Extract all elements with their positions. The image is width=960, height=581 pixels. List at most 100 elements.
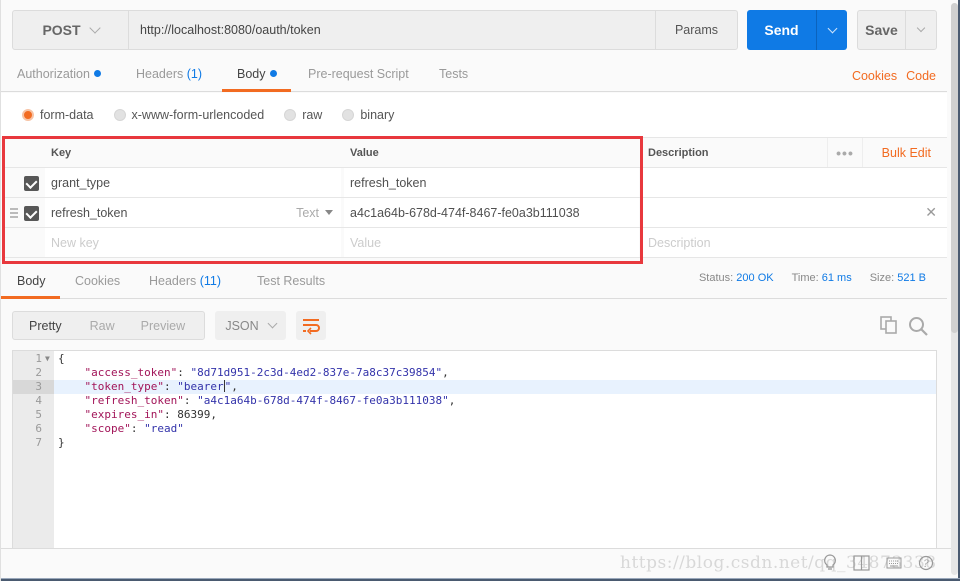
params-button[interactable]: Params (655, 11, 737, 49)
window-scrollbar[interactable] (951, 3, 958, 575)
method-select[interactable]: POST (13, 11, 129, 49)
tab-label: Headers (149, 274, 197, 288)
more-options-icon[interactable]: ••• (827, 138, 863, 167)
request-tabs: Authorization Headers (1) Body Pre-reque… (1, 62, 947, 92)
save-button[interactable]: Save (858, 11, 906, 49)
radio-label: x-www-form-urlencoded (131, 108, 265, 122)
bulk-edit-link[interactable]: Bulk Edit (882, 138, 931, 167)
table-row: refresh_token Text a4c1a64b-678d-474f-84… (4, 198, 947, 228)
svg-text:?: ? (923, 559, 929, 570)
column-header-value: Value (344, 138, 639, 167)
tab-headers[interactable]: Headers (1) (136, 67, 202, 92)
json-string: "8d71d951-2c3d-4ed2-837e-7a8c37c39854" (190, 366, 443, 379)
radio-raw[interactable]: raw (284, 108, 322, 122)
copy-icon[interactable] (880, 316, 898, 334)
help-icon[interactable]: ? (918, 555, 934, 571)
send-dropdown-button[interactable] (817, 10, 847, 50)
delete-row-icon[interactable]: ✕ (925, 204, 937, 221)
type-select[interactable]: Text (296, 206, 333, 220)
json-key: "token_type" (84, 380, 164, 393)
code-text: } (58, 436, 65, 449)
new-value-input[interactable]: Value (344, 228, 639, 257)
cookies-link[interactable]: Cookies (852, 69, 897, 83)
line-number: 7 (35, 436, 42, 449)
time-readout: Time: 61 ms (792, 272, 852, 284)
row-checkbox[interactable] (24, 176, 39, 191)
size-label: Size: (869, 272, 895, 284)
status-value: 200 OK (736, 272, 774, 284)
value-input[interactable]: a4c1a64b-678d-474f-8467-fe0a3b111038 (344, 198, 639, 227)
line-number: 2 (35, 366, 42, 379)
tab-pre-request-script[interactable]: Pre-request Script (308, 67, 409, 92)
view-preview[interactable]: Preview (141, 319, 185, 333)
description-input[interactable] (642, 198, 947, 227)
response-tab-headers[interactable]: Headers (11) (149, 274, 221, 299)
code-line: 1 ▼ { (13, 352, 936, 366)
radio-form-data[interactable]: form-data (22, 108, 94, 122)
status-readout: Status: 200 OK (699, 272, 774, 284)
two-pane-icon[interactable] (853, 555, 870, 571)
tab-count: (11) (199, 274, 222, 288)
search-icon[interactable] (907, 315, 929, 337)
description-input[interactable] (642, 168, 947, 197)
column-header-key: Key (45, 138, 341, 167)
tab-label: Headers (136, 67, 184, 81)
wrap-lines-icon (303, 319, 320, 335)
url-input[interactable]: http://localhost:8080/oauth/token (129, 11, 655, 49)
response-tab-body[interactable]: Body (1, 274, 60, 299)
chevron-down-icon (88, 22, 101, 34)
tab-body[interactable]: Body (222, 67, 291, 92)
new-key-input[interactable]: New key (45, 228, 341, 257)
lightbulb-icon[interactable] (823, 554, 837, 572)
fold-toggle-icon[interactable]: ▼ (45, 352, 50, 366)
time-label: Time: (791, 272, 819, 284)
time-value: 61 ms (821, 272, 852, 284)
modified-dot-icon (269, 70, 277, 77)
radio-label: binary (360, 108, 395, 122)
response-tab-test-results[interactable]: Test Results (257, 274, 325, 299)
json-punct: , (448, 394, 456, 407)
key-input[interactable]: refresh_token Text (45, 198, 341, 227)
tab-count: (1) (186, 67, 203, 81)
new-description-input[interactable]: Description (642, 228, 947, 257)
tab-authorization[interactable]: Authorization (17, 67, 101, 92)
body-type-selector: form-data x-www-form-urlencoded raw bina… (1, 93, 947, 137)
postman-window: POST http://localhost:8080/oauth/token P… (0, 0, 960, 581)
view-pretty[interactable]: Pretty (29, 319, 62, 333)
table-row: grant_type refresh_token (4, 168, 947, 198)
view-raw[interactable]: Raw (90, 319, 115, 333)
code-line-active: 3 "token_type": "bearer", (13, 380, 936, 394)
json-key: "scope" (84, 422, 131, 435)
method-label: POST (42, 22, 81, 38)
radio-binary[interactable]: binary (342, 108, 394, 122)
radio-x-www-form-urlencoded[interactable]: x-www-form-urlencoded (113, 108, 265, 122)
response-meta: Status: 200 OK Time: 61 ms Size: 521 B (699, 272, 926, 284)
code-text: { (58, 352, 65, 365)
scrollbar-thumb[interactable] (951, 3, 958, 333)
caret-down-icon (325, 210, 333, 215)
json-number: 86399 (177, 408, 211, 421)
size-value: 521 B (897, 272, 926, 284)
chevron-down-icon (267, 318, 278, 329)
line-number: 3 (13, 380, 54, 394)
response-body-editor[interactable]: 1 ▼ { 2 "access_token": "8d71d951-2c3d-4… (12, 350, 937, 548)
json-key: "expires_in" (84, 408, 164, 421)
modified-dot-icon (93, 70, 101, 77)
keyboard-icon[interactable] (886, 557, 902, 569)
response-tab-cookies[interactable]: Cookies (75, 274, 120, 299)
radio-icon (113, 109, 126, 121)
radio-label: raw (302, 108, 323, 122)
chevron-down-icon (827, 23, 837, 33)
code-text: "token_type": "bearer", (84, 380, 238, 393)
key-input[interactable]: grant_type (45, 168, 341, 197)
value-input[interactable]: refresh_token (344, 168, 639, 197)
tab-tests[interactable]: Tests (439, 67, 468, 92)
save-dropdown-button[interactable] (906, 11, 936, 49)
save-button-group: Save (857, 10, 937, 50)
wrap-lines-button[interactable] (296, 311, 326, 340)
drag-handle-icon[interactable] (10, 208, 18, 218)
row-checkbox[interactable] (24, 206, 39, 221)
send-button[interactable]: Send (747, 10, 817, 50)
format-select[interactable]: JSON (215, 311, 286, 340)
code-link[interactable]: Code (906, 69, 936, 83)
